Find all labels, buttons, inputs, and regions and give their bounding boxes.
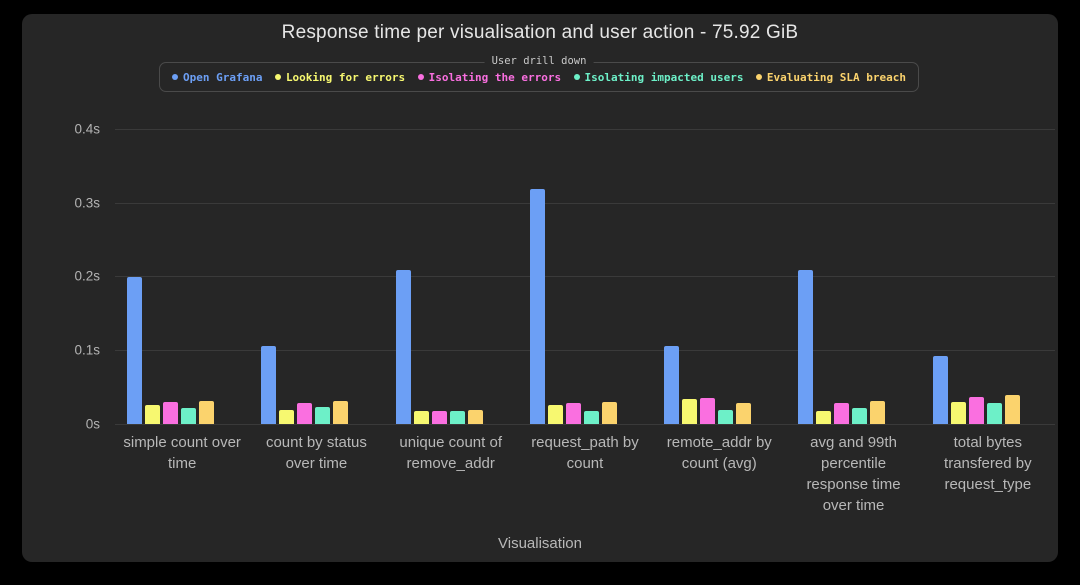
bar[interactable] — [413, 410, 429, 424]
bar[interactable] — [315, 407, 331, 424]
bar[interactable] — [736, 402, 752, 424]
bar[interactable] — [834, 402, 850, 424]
bar[interactable] — [333, 401, 349, 424]
bar-group-bars — [249, 114, 383, 424]
bar[interactable] — [449, 410, 465, 424]
x-axis-label: avg and 99th percentile response time ov… — [806, 434, 901, 514]
x-axis-label: count by status over time — [265, 434, 367, 472]
legend-item-label: Open Grafana — [183, 70, 263, 84]
plot-area: 0.4s 0.3s 0.2s 0.1s 0s — [74, 114, 1055, 432]
bar[interactable] — [279, 409, 295, 424]
legend-dot-icon — [755, 74, 762, 80]
bar[interactable] — [547, 404, 563, 424]
legend-dot-icon — [172, 74, 178, 80]
legend-item-label: Isolating the errors — [428, 70, 562, 84]
x-axis-label: remote_addr by count (avg) — [666, 434, 772, 472]
bar-group-bars — [115, 114, 249, 424]
bar-group — [249, 114, 383, 424]
bar[interactable] — [395, 270, 411, 424]
bar-group — [786, 114, 920, 424]
legend-dot-icon — [573, 74, 580, 80]
bar-group — [384, 114, 518, 424]
y-axis-tick-label: 0.4s — [74, 121, 100, 137]
bar-group-bars — [652, 114, 786, 424]
x-axis-label: total bytes transfered by request_type — [944, 434, 1032, 493]
bar[interactable] — [932, 356, 948, 424]
bar[interactable] — [664, 345, 680, 424]
bar-groups — [115, 114, 1055, 424]
legend-item-label: Isolating impacted users — [584, 70, 744, 84]
x-axis-label: simple count over time — [123, 434, 241, 472]
bar-group-bars — [786, 114, 920, 424]
bar-group — [921, 114, 1055, 424]
y-axis-tick-label: 0.2s — [74, 268, 100, 284]
x-axis-label: request_path by count — [531, 434, 639, 472]
bar[interactable] — [583, 410, 599, 424]
bar[interactable] — [181, 407, 196, 424]
legend-item[interactable]: Evaluating SLA breach — [755, 70, 906, 84]
bar[interactable] — [529, 189, 545, 424]
bar[interactable] — [1004, 395, 1020, 424]
bar[interactable] — [467, 409, 483, 424]
legend-item[interactable]: Isolating the errors — [417, 70, 562, 84]
bar-group — [115, 114, 249, 424]
bar-group-bars — [384, 114, 518, 424]
legend-title: User drill down — [484, 55, 594, 67]
legend: User drill down Open Grafana Looking for … — [159, 55, 919, 92]
bar[interactable] — [127, 277, 142, 424]
legend-dot-icon — [417, 74, 424, 80]
legend-item-label: Looking for errors — [285, 70, 406, 84]
bar[interactable] — [163, 401, 178, 424]
bar[interactable] — [870, 401, 886, 424]
page-title: Response time per visualisation and user… — [281, 22, 799, 43]
bar[interactable] — [718, 409, 734, 424]
bar-group-bars — [921, 114, 1055, 424]
legend-item[interactable]: Looking for errors — [274, 70, 406, 84]
bar[interactable] — [968, 397, 984, 424]
legend-dot-icon — [274, 74, 281, 80]
bar[interactable] — [700, 398, 716, 424]
bar[interactable] — [950, 401, 966, 424]
x-axis-label: unique count of remove_addr — [399, 434, 502, 472]
bar[interactable] — [565, 403, 581, 424]
legend-item[interactable]: Open Grafana — [172, 71, 262, 84]
y-axis-tick-label: 0.3s — [74, 195, 100, 211]
legend-item-label: Evaluating SLA breach — [766, 70, 906, 84]
bar[interactable] — [145, 404, 160, 424]
bar[interactable] — [682, 398, 698, 424]
x-axis-title: Visualisation — [498, 535, 582, 552]
bar-group — [652, 114, 786, 424]
bar-group — [518, 114, 652, 424]
legend-item[interactable]: Isolating impacted users — [573, 70, 744, 84]
y-axis-tick-label: 0.1s — [74, 342, 100, 358]
bar[interactable] — [986, 403, 1002, 424]
bar[interactable] — [431, 410, 447, 424]
bar[interactable] — [852, 407, 868, 424]
bar[interactable] — [601, 401, 617, 424]
bar[interactable] — [261, 345, 277, 424]
bar[interactable] — [798, 270, 814, 424]
bar-group-bars — [518, 114, 652, 424]
bar[interactable] — [199, 401, 214, 424]
bar[interactable] — [816, 410, 832, 424]
chart-panel: Response time per visualisation and user… — [22, 14, 1058, 562]
x-axis-labels: simple count over time count by status ov… — [115, 432, 1055, 516]
y-axis-tick-label: 0s — [85, 416, 100, 432]
bar[interactable] — [297, 402, 313, 424]
gridline — [115, 424, 1055, 425]
